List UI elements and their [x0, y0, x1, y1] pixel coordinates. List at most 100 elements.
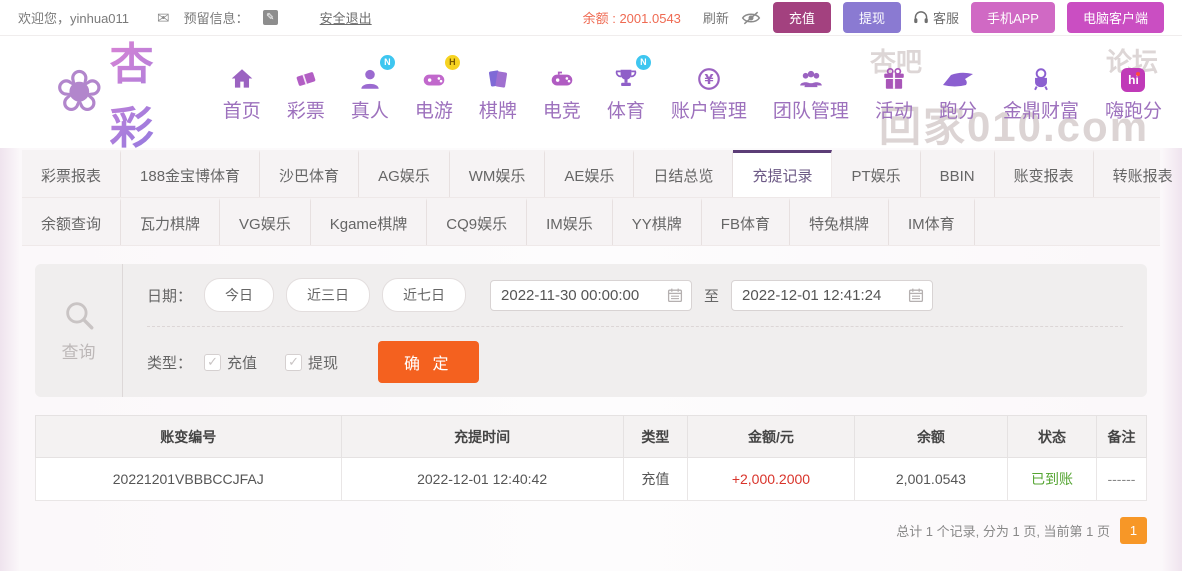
- nav-item-esports[interactable]: 电竞: [543, 62, 581, 123]
- preset-7days-button[interactable]: 近七日: [382, 278, 466, 312]
- edit-icon[interactable]: ✎: [263, 10, 278, 25]
- pc-client-button[interactable]: 电脑客户端: [1067, 2, 1164, 33]
- mobile-app-button[interactable]: 手机APP: [971, 2, 1055, 33]
- cell-type: 充值: [623, 458, 687, 501]
- refresh-button[interactable]: 刷新: [703, 8, 729, 27]
- col-time: 充提时间: [341, 416, 623, 458]
- pagination: 总计 1 个记录, 分为 1 页, 当前第 1 页 1: [35, 517, 1147, 544]
- cup-icon: [1028, 62, 1054, 92]
- report-tabs: 彩票报表 188金宝博体育 沙巴体育 AG娱乐 WM娱乐 AE娱乐 日结总览 充…: [22, 150, 1160, 246]
- date-from-box: [490, 280, 692, 311]
- col-remark: 备注: [1096, 416, 1146, 458]
- home-icon: [229, 62, 255, 92]
- table-header-row: 账变编号 充提时间 类型 金额/元 余额 状态 备注: [36, 416, 1147, 458]
- tab-wm[interactable]: WM娱乐: [450, 150, 546, 197]
- tab-account-change-report[interactable]: 账变报表: [995, 150, 1094, 197]
- date-label: 日期：: [147, 285, 192, 306]
- tab-kgame[interactable]: Kgame棋牌: [311, 198, 428, 245]
- svg-text:¥: ¥: [704, 72, 713, 87]
- nav-item-jinding[interactable]: 金鼎财富: [1003, 62, 1079, 123]
- tab-wali[interactable]: 瓦力棋牌: [121, 198, 220, 245]
- checkbox-deposit[interactable]: ✓ 充值: [204, 352, 257, 373]
- tab-vg[interactable]: VG娱乐: [220, 198, 311, 245]
- nav-item-haipaofen[interactable]: hi 嗨跑分: [1105, 62, 1162, 123]
- cell-balance: 2,001.0543: [854, 458, 1007, 501]
- cards-icon: [485, 62, 511, 92]
- nav-item-paofen[interactable]: 跑分: [939, 62, 977, 123]
- calendar-icon[interactable]: [908, 287, 924, 303]
- date-to-input[interactable]: [742, 287, 900, 304]
- tab-im[interactable]: IM娱乐: [527, 198, 613, 245]
- people-icon: [797, 62, 825, 92]
- col-type: 类型: [623, 416, 687, 458]
- checkbox-icon: ✓: [285, 354, 302, 371]
- col-balance: 余额: [854, 416, 1007, 458]
- confirm-button[interactable]: 确 定: [378, 341, 478, 383]
- cell-change-id: 20221201VBBBCCJFAJ: [36, 458, 342, 501]
- nav-item-account[interactable]: ¥ 账户管理: [671, 62, 747, 123]
- site-header: ❀ 杏彩 首页 彩票 N 真人 H 电游: [0, 36, 1182, 148]
- tab-im-sports[interactable]: IM体育: [889, 198, 975, 245]
- tab-bbin[interactable]: BBIN: [921, 150, 995, 197]
- tab-balance-query[interactable]: 余额查询: [22, 198, 121, 245]
- preset-today-button[interactable]: 今日: [204, 278, 274, 312]
- nav-item-home[interactable]: 首页: [223, 62, 261, 123]
- tab-yy[interactable]: YY棋牌: [613, 198, 702, 245]
- tab-188-sports[interactable]: 188金宝博体育: [121, 150, 260, 197]
- records-table-wrap: 账变编号 充提时间 类型 金额/元 余额 状态 备注 20221201VBBBC…: [35, 415, 1147, 501]
- preset-3days-button[interactable]: 近三日: [286, 278, 370, 312]
- eye-off-icon[interactable]: [741, 10, 761, 26]
- rhino-icon: [941, 62, 975, 92]
- search-icon: [62, 298, 96, 332]
- mail-icon[interactable]: ✉: [157, 9, 170, 27]
- checkbox-icon: ✓: [204, 354, 221, 371]
- tab-pt[interactable]: PT娱乐: [832, 150, 920, 197]
- tab-ag[interactable]: AG娱乐: [359, 150, 450, 197]
- nav-item-team[interactable]: 团队管理: [773, 62, 849, 123]
- tab-fb-sports[interactable]: FB体育: [702, 198, 790, 245]
- logo-flower-icon: ❀: [55, 63, 104, 121]
- tab-row-2: 余额查询 瓦力棋牌 VG娱乐 Kgame棋牌 CQ9娱乐 IM娱乐 YY棋牌 F…: [22, 197, 1160, 245]
- nav-item-egames[interactable]: H 电游: [415, 62, 453, 123]
- page-1-button[interactable]: 1: [1120, 517, 1147, 544]
- pagination-summary: 总计 1 个记录, 分为 1 页, 当前第 1 页: [896, 521, 1110, 540]
- date-to-box: [731, 280, 933, 311]
- nav-item-promotions[interactable]: 活动: [875, 62, 913, 123]
- customer-service-link[interactable]: 客服: [913, 8, 959, 27]
- main-nav: 首页 彩票 N 真人 H 电游 棋牌: [223, 62, 1162, 123]
- nav-item-lottery[interactable]: 彩票: [287, 62, 325, 123]
- nav-item-sports[interactable]: N 体育: [607, 62, 645, 123]
- checkbox-withdraw[interactable]: ✓ 提现: [285, 352, 338, 373]
- cell-remark: ------: [1096, 458, 1146, 501]
- tab-cq9[interactable]: CQ9娱乐: [427, 198, 527, 245]
- filter-panel: 查询 日期： 今日 近三日 近七日 至 类型： ✓ 充值 ✓: [35, 264, 1147, 397]
- tab-shaba-sports[interactable]: 沙巴体育: [260, 150, 359, 197]
- site-logo[interactable]: ❀ 杏彩: [55, 28, 181, 156]
- balance-value: 2001.0543: [619, 11, 680, 26]
- tab-lottery-report[interactable]: 彩票报表: [22, 150, 121, 197]
- records-table: 账变编号 充提时间 类型 金额/元 余额 状态 备注 20221201VBBBC…: [35, 415, 1147, 501]
- tab-daily-overview[interactable]: 日结总览: [634, 150, 733, 197]
- hot-badge: H: [445, 55, 460, 70]
- gamepad-icon: [548, 62, 576, 92]
- query-label: 查询: [62, 338, 96, 363]
- logout-link[interactable]: 安全退出: [320, 8, 372, 27]
- tab-ae[interactable]: AE娱乐: [545, 150, 634, 197]
- hi-icon: hi: [1121, 62, 1145, 92]
- nav-item-live[interactable]: N 真人: [351, 62, 389, 123]
- tab-transfer-report[interactable]: 转账报表: [1094, 150, 1182, 197]
- deposit-button[interactable]: 充值: [773, 2, 831, 33]
- type-filter-row: 类型： ✓ 充值 ✓ 提现 确 定: [147, 326, 1123, 397]
- query-label-block: 查询: [35, 264, 123, 397]
- withdraw-button[interactable]: 提现: [843, 2, 901, 33]
- to-label: 至: [704, 285, 719, 306]
- calendar-icon[interactable]: [667, 287, 683, 303]
- balance-text: 余额 : 2001.0543: [583, 8, 681, 27]
- nav-item-boardgames[interactable]: 棋牌: [479, 62, 517, 123]
- tab-deposit-withdraw-records[interactable]: 充提记录: [733, 150, 832, 197]
- date-from-input[interactable]: [501, 287, 659, 304]
- tab-tetu[interactable]: 特兔棋牌: [790, 198, 889, 245]
- new-badge: N: [380, 55, 395, 70]
- gamepad-icon: H: [420, 62, 448, 92]
- headset-icon: [913, 10, 929, 25]
